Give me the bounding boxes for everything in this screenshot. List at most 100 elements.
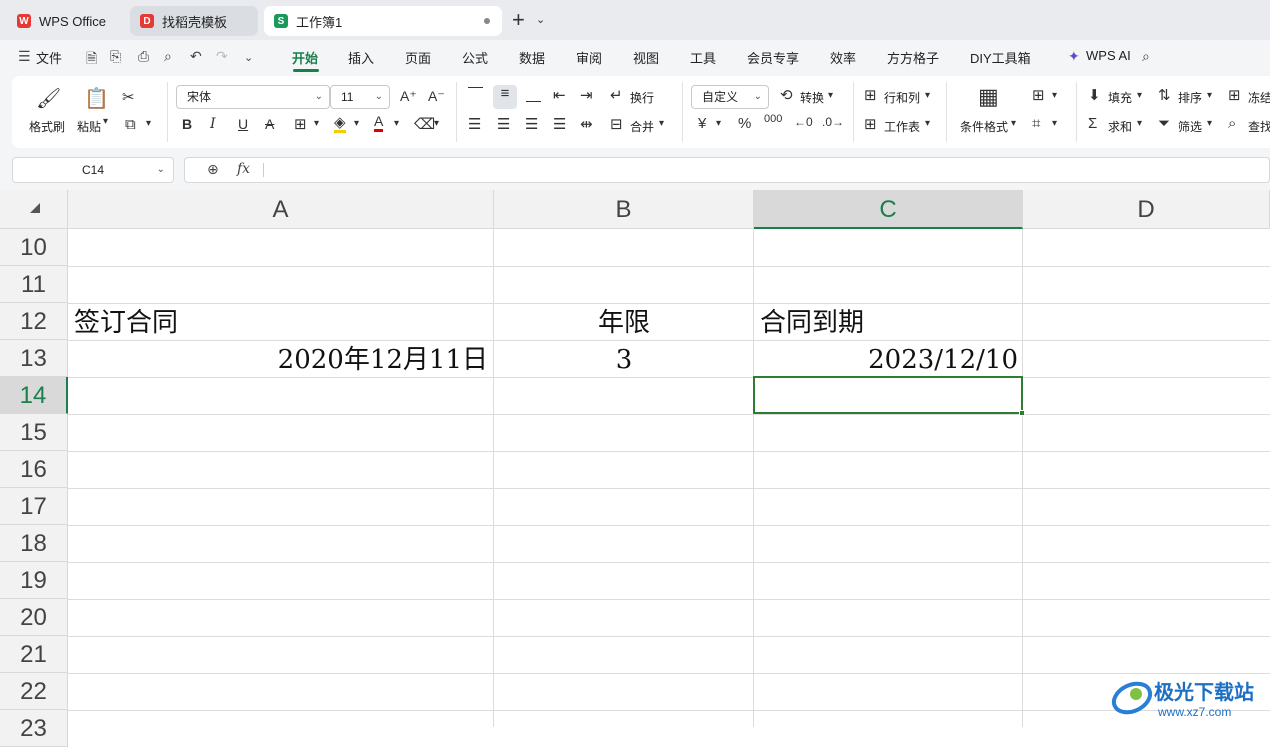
convert-label[interactable]: 转换	[800, 89, 824, 106]
worksheet-icon[interactable]: ⊞	[864, 115, 877, 133]
tab-wps-office[interactable]: W WPS Office	[7, 6, 123, 36]
wps-ai-icon[interactable]: ✦	[1068, 48, 1080, 65]
menu-insert[interactable]: 插入	[348, 48, 374, 67]
chevron-down-icon[interactable]: ▾	[828, 90, 833, 101]
cell-style-icon[interactable]: ⊞	[1032, 86, 1045, 104]
paste-icon[interactable]: 📋	[84, 86, 109, 111]
increase-font-icon[interactable]: A⁺	[400, 88, 417, 105]
fill-icon[interactable]: ⬇	[1088, 86, 1101, 104]
column-header-d[interactable]: D	[1023, 190, 1270, 229]
print-preview-icon[interactable]: ⌕	[164, 48, 172, 65]
paste-label[interactable]: 粘贴	[77, 118, 101, 135]
number-format-select[interactable]: 自定义 ⌄	[691, 85, 769, 109]
italic-icon[interactable]: I	[210, 116, 216, 132]
increase-decimal-icon[interactable]: .0→	[822, 115, 844, 129]
fill-label[interactable]: 填充	[1108, 89, 1132, 106]
row-header-17[interactable]: 17	[0, 488, 68, 525]
chevron-down-icon[interactable]: ▾	[1137, 90, 1142, 101]
save-icon[interactable]: 🗎	[86, 48, 97, 72]
align-bottom-icon[interactable]: ⎽	[526, 86, 541, 103]
export-icon[interactable]: ⎘	[110, 48, 121, 65]
row-header-10[interactable]: 10	[0, 229, 68, 266]
sum-icon[interactable]: Σ	[1088, 115, 1097, 132]
font-name-select[interactable]: 宋体 ⌄	[176, 85, 330, 109]
selected-cell-c14[interactable]	[753, 376, 1023, 414]
conditional-format-icon[interactable]: ▦	[978, 84, 999, 110]
column-header-b[interactable]: B	[494, 190, 754, 229]
align-right-icon[interactable]: ☰	[525, 115, 538, 133]
row-header-12[interactable]: 12	[0, 303, 68, 340]
zoom-icon[interactable]: ⊕	[207, 161, 219, 178]
filter-icon[interactable]: ⏷	[1158, 115, 1170, 132]
menu-file[interactable]: 文件	[36, 48, 62, 67]
freeze-label[interactable]: 冻结	[1248, 89, 1270, 106]
wrap-text-icon[interactable]: ↵	[610, 86, 623, 104]
chevron-down-icon[interactable]: ▾	[354, 118, 359, 129]
spreadsheet-grid[interactable]: A B C D 10 11 12 13 14 15 16 17 18 19 20…	[0, 190, 1270, 747]
cell-a12[interactable]: 签订合同	[74, 305, 178, 342]
row-header-22[interactable]: 22	[0, 673, 68, 710]
menu-data[interactable]: 数据	[519, 48, 545, 67]
increase-indent-icon[interactable]: ⇥	[580, 86, 593, 104]
menu-view[interactable]: 视图	[633, 48, 659, 67]
align-left-icon[interactable]: ☰	[468, 115, 481, 133]
wrap-text-label[interactable]: 换行	[630, 89, 654, 106]
freeze-icon[interactable]: ⊞	[1228, 86, 1241, 104]
find-label[interactable]: 查找	[1248, 118, 1270, 135]
row-header-20[interactable]: 20	[0, 599, 68, 636]
chevron-down-icon[interactable]: ▾	[103, 116, 108, 127]
menu-fangfang[interactable]: 方方格子	[887, 48, 939, 67]
chevron-down-icon[interactable]: ▾	[925, 90, 930, 101]
row-header-14[interactable]: 14	[0, 377, 68, 414]
menu-review[interactable]: 审阅	[576, 48, 602, 67]
chevron-down-icon[interactable]: ▾	[1052, 118, 1057, 129]
undo-icon[interactable]: ↶	[190, 48, 202, 65]
sum-label[interactable]: 求和	[1108, 118, 1132, 135]
row-header-11[interactable]: 11	[0, 266, 68, 303]
font-size-select[interactable]: 11 ⌄	[330, 85, 390, 109]
fx-icon[interactable]: fx	[237, 161, 250, 177]
sort-label[interactable]: 排序	[1178, 89, 1202, 106]
cell-b12[interactable]: 年限	[494, 305, 754, 342]
strikethrough-icon[interactable]: A	[265, 116, 274, 132]
cut-icon[interactable]: ✂	[122, 88, 135, 106]
worksheet-label[interactable]: 工作表	[884, 118, 920, 135]
menu-home[interactable]: 开始	[292, 48, 318, 67]
row-header-13[interactable]: 13	[0, 340, 68, 377]
cell-a13[interactable]: 2020年12月11日	[68, 342, 488, 379]
unsaved-dot-icon[interactable]	[484, 18, 490, 24]
align-middle-icon[interactable]: ≡	[493, 85, 517, 109]
filter-label[interactable]: 筛选	[1178, 118, 1202, 135]
convert-icon[interactable]: ⟲	[780, 86, 793, 104]
cell-c12[interactable]: 合同到期	[760, 305, 864, 342]
chevron-down-icon[interactable]: ▾	[1137, 118, 1142, 129]
percent-icon[interactable]: %	[738, 115, 751, 132]
conditional-format-label[interactable]: 条件格式	[960, 118, 1008, 135]
decrease-font-icon[interactable]: A⁻	[428, 88, 445, 105]
row-header-19[interactable]: 19	[0, 562, 68, 599]
hamburger-icon[interactable]: ☰	[18, 48, 31, 65]
find-icon[interactable]: ⌕	[1228, 115, 1236, 132]
chevron-down-icon[interactable]: ▾	[716, 118, 721, 129]
thousands-separator-icon[interactable]: 000	[764, 113, 782, 125]
cell-c13[interactable]: 2023/12/10	[754, 342, 1018, 379]
chevron-down-icon[interactable]: ▾	[314, 118, 319, 129]
align-top-icon[interactable]: ⎺	[468, 86, 483, 103]
font-color-icon[interactable]: A	[374, 114, 384, 132]
new-tab-plus-icon[interactable]: +	[512, 9, 525, 31]
formula-input[interactable]: ⊕ fx	[184, 157, 1270, 183]
border-icon[interactable]: ⊞	[294, 115, 307, 133]
menu-wps-ai[interactable]: WPS AI	[1086, 48, 1131, 63]
chevron-down-icon[interactable]: ⌄	[244, 51, 253, 64]
justify-icon[interactable]: ☰	[553, 115, 566, 133]
menu-efficiency[interactable]: 效率	[830, 48, 856, 67]
distributed-icon[interactable]: ⇹	[580, 115, 593, 133]
align-center-icon[interactable]: ☰	[497, 115, 510, 133]
eraser-icon[interactable]: ⌫	[414, 115, 435, 133]
menu-member[interactable]: 会员专享	[747, 48, 799, 67]
menu-diy[interactable]: DIY工具箱	[970, 48, 1031, 67]
chevron-down-icon[interactable]: ▾	[434, 118, 439, 129]
copy-icon[interactable]: ⧉	[125, 116, 136, 133]
row-header-16[interactable]: 16	[0, 451, 68, 488]
underline-icon[interactable]: U	[238, 116, 248, 132]
